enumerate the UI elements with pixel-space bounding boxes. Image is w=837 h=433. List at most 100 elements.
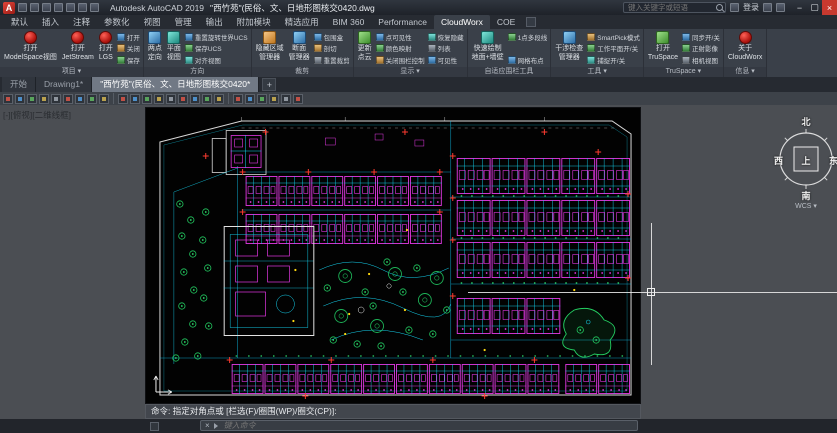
- panel-label-clip[interactable]: 裁剪: [252, 67, 353, 77]
- panel-label-adaptive-fence[interactable]: 自适应围栏工具: [468, 67, 551, 77]
- visibility-button[interactable]: 可见性: [428, 54, 464, 65]
- open-jetstream-button[interactable]: 打开JetStream: [60, 30, 96, 66]
- viewcube-wcs-menu[interactable]: WCS ▾: [774, 202, 837, 210]
- new-drawing-tab-button[interactable]: +: [262, 78, 276, 91]
- grid-points-button[interactable]: 网格布点: [508, 54, 548, 65]
- about-button[interactable]: 关于CloudWorx: [726, 30, 765, 66]
- viewcube-south-label[interactable]: 南: [774, 191, 837, 201]
- toolbar-icon[interactable]: [202, 94, 212, 104]
- undo-icon[interactable]: [66, 3, 75, 12]
- ribbon-options-dropdown-icon[interactable]: [526, 17, 536, 27]
- file-tab[interactable]: 开始: [2, 77, 36, 92]
- command-history-bar[interactable]: 命令: 指定对角点或 [栏选(F)/圈围(WP)/圈交(CP)]:: [145, 404, 641, 419]
- command-close-icon[interactable]: ×: [205, 421, 210, 430]
- smartpick-mode-button[interactable]: SmartPick模式: [587, 31, 640, 42]
- hide-regions-manager-button[interactable]: 隐藏区域管理器: [254, 30, 286, 66]
- open-truspace-button[interactable]: 打开TruSpace: [646, 30, 680, 66]
- toolbar-icon[interactable]: [27, 94, 37, 104]
- ribbon-tab[interactable]: 输出: [199, 15, 230, 29]
- command-line-handle-icon[interactable]: [150, 422, 159, 431]
- toolbar-icon[interactable]: [154, 94, 164, 104]
- toolbar-icon[interactable]: [130, 94, 140, 104]
- ribbon-tab[interactable]: Performance: [371, 15, 434, 29]
- file-tab[interactable]: Drawing1*: [36, 77, 92, 92]
- toolbar-icon[interactable]: [281, 94, 291, 104]
- ribbon-tab[interactable]: 视图: [137, 15, 168, 29]
- ribbon-tab[interactable]: 注释: [66, 15, 97, 29]
- toolbar-icon[interactable]: [190, 94, 200, 104]
- file-tab[interactable]: "西竹苑"(民俗、文、日地形图核交0420*: [92, 77, 259, 92]
- snap-toggle-button[interactable]: 捕捉开/关: [587, 54, 640, 65]
- reset-rotate-wcs-button[interactable]: 重置旋转世界UCS: [185, 31, 248, 42]
- save-ucs-button[interactable]: 保存UCS: [185, 43, 248, 54]
- toolbar-icon[interactable]: [63, 94, 73, 104]
- model-space-viewport[interactable]: [-][俯视][二维线框]: [0, 105, 837, 419]
- ortho-image-button[interactable]: 正射影像: [682, 43, 720, 54]
- ribbon-tab[interactable]: CloudWorx: [434, 15, 490, 29]
- toolbar-icon[interactable]: [178, 94, 188, 104]
- drawing-canvas[interactable]: [145, 107, 641, 404]
- ribbon-tab[interactable]: BIM 360: [326, 15, 372, 29]
- search-icon[interactable]: [716, 4, 723, 11]
- save-icon[interactable]: [42, 3, 51, 12]
- toolbar-icon[interactable]: [15, 94, 25, 104]
- viewcube-north-label[interactable]: 北: [774, 117, 837, 127]
- clash-manager-button[interactable]: 干涉检查管理器: [553, 30, 585, 66]
- ribbon-tab[interactable]: 参数化: [97, 15, 137, 29]
- toolbar-icon[interactable]: [99, 94, 109, 104]
- color-map-button[interactable]: 颜色映射: [376, 43, 425, 54]
- plan-view-button[interactable]: 平面视图: [165, 30, 183, 66]
- print-icon[interactable]: [54, 3, 63, 12]
- update-point-cloud-button[interactable]: 更新点云: [356, 30, 374, 66]
- slice-button[interactable]: 剖切: [314, 43, 350, 54]
- ribbon-tab[interactable]: 精选应用: [278, 15, 326, 29]
- toolbar-icon[interactable]: [39, 94, 49, 104]
- toolbar-icon[interactable]: [75, 94, 85, 104]
- camera-view-button[interactable]: 相机视图: [682, 54, 720, 65]
- minimize-button[interactable]: −: [792, 0, 807, 15]
- panel-label-display[interactable]: 显示 ▾: [354, 67, 467, 77]
- toolbar-icon[interactable]: [245, 94, 255, 104]
- list-button[interactable]: 列表: [428, 43, 464, 54]
- autodesk-360-icon[interactable]: [776, 3, 785, 12]
- command-input-bar[interactable]: ×: [200, 420, 638, 431]
- ribbon-tab[interactable]: 默认: [4, 15, 35, 29]
- sync-toggle-button[interactable]: 同步开/关: [682, 31, 720, 42]
- open-lgs-button[interactable]: 打开LGS: [97, 30, 115, 66]
- panel-label-info[interactable]: 信息 ▾: [724, 67, 767, 77]
- autocad-logo-icon[interactable]: A: [3, 2, 15, 14]
- new-file-icon[interactable]: [18, 3, 27, 12]
- viewport-controls-label[interactable]: [-][俯视][二维线框]: [3, 109, 71, 121]
- align-view-button[interactable]: 对齐视图: [185, 54, 248, 65]
- toolbar-icon[interactable]: [269, 94, 279, 104]
- toolbar-icon[interactable]: [166, 94, 176, 104]
- ribbon-tab[interactable]: 管理: [168, 15, 199, 29]
- section-manager-button[interactable]: 断面管理器: [287, 30, 312, 66]
- toolbar-icon[interactable]: [214, 94, 224, 104]
- toolbar-icon[interactable]: [87, 94, 97, 104]
- viewcube[interactable]: 北 西 东 上 南 WCS ▾: [774, 117, 837, 210]
- bounding-box-button[interactable]: 包围盒: [314, 31, 350, 42]
- open-file-icon[interactable]: [30, 3, 39, 12]
- workplane-toggle-button[interactable]: 工作平面开/关: [587, 43, 640, 54]
- user-icon[interactable]: [730, 3, 739, 12]
- toolbar-icon[interactable]: [51, 94, 61, 104]
- open-modelspace-view-button[interactable]: 打开ModelSpace视图: [2, 30, 59, 66]
- panel-label-truspace[interactable]: TruSpace ▾: [644, 67, 723, 77]
- project-open-button[interactable]: 打开: [117, 31, 140, 42]
- redo-icon[interactable]: [78, 3, 87, 12]
- command-input[interactable]: [222, 420, 633, 431]
- quick-draw-button[interactable]: 快速绘制地面+墙壁: [470, 30, 506, 66]
- workspace-dropdown-icon[interactable]: [90, 3, 99, 12]
- toolbar-icon[interactable]: [233, 94, 243, 104]
- toolbar-icon[interactable]: [293, 94, 303, 104]
- toolbar-icon[interactable]: [142, 94, 152, 104]
- panel-label-orientation[interactable]: 方向: [144, 67, 251, 77]
- ribbon-tab[interactable]: COE: [490, 15, 522, 29]
- two-point-button[interactable]: 两点定向: [146, 30, 164, 66]
- app-store-icon[interactable]: [763, 3, 772, 12]
- maximize-button[interactable]: ▢: [807, 0, 822, 15]
- project-save-button[interactable]: 保存: [117, 54, 140, 65]
- restore-hidden-button[interactable]: 恢复隐藏: [428, 31, 464, 42]
- search-input[interactable]: [626, 3, 714, 12]
